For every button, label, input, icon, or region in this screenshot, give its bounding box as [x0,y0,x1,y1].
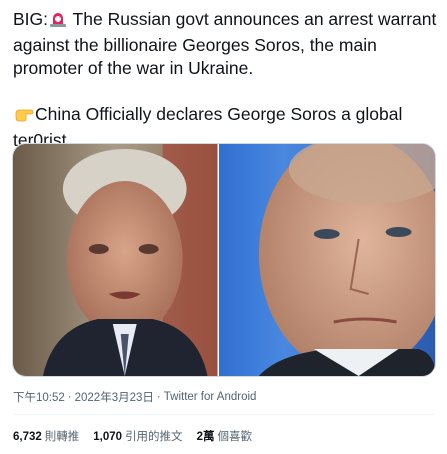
tweet-line-2: against the billionaire Georges Soros, t… [13,35,377,55]
tweet-line-3: promoter of the war in Ukraine. [13,58,254,78]
tweet-stats: 6,732 則轉推 1,070 引用的推文 2萬 個喜歡 [13,428,252,444]
siren-icon [49,10,67,34]
photo-vladimir-putin[interactable] [218,144,435,376]
tweet-date[interactable]: 2022年3月23日 [75,389,154,405]
tweet-prefix: BIG: [13,9,49,29]
likes-label: 個喜歡 [217,431,252,443]
tweet-text: BIG: The Russian govt announces an arres… [13,8,438,152]
tweet-line-4: China Officially declares George Soros a… [35,104,403,124]
divider-line [13,414,435,415]
quotes-stat[interactable]: 1,070 引用的推文 [93,428,182,444]
tweet-line: BIG: The Russian govt announces an arres… [13,8,438,34]
quotes-label: 引用的推文 [125,431,183,443]
retweets-label: 則轉推 [44,431,80,443]
separator: · [156,391,161,403]
tweet-meta: 下午10:52 · 2022年3月23日 · Twitter for Andro… [13,389,256,405]
retweets-count: 6,732 [13,431,42,443]
tweet-time[interactable]: 下午10:52 [13,389,65,405]
tweet-source[interactable]: Twitter for Android [164,391,257,403]
retweets-stat[interactable]: 6,732 則轉推 [13,428,79,444]
tweet-media[interactable] [12,143,436,377]
tweet-line-1-text: The Russian govt announces an arrest war… [68,9,437,29]
likes-count: 2萬 [196,431,215,443]
likes-stat[interactable]: 2萬 個喜歡 [197,428,252,444]
tweet-line-4-wrap: China Officially declares George Soros a… [13,103,438,129]
quotes-count: 1,070 [93,431,123,443]
pointing-hand-icon [14,105,34,129]
separator: · [67,391,72,403]
photo-george-soros[interactable] [13,144,218,376]
